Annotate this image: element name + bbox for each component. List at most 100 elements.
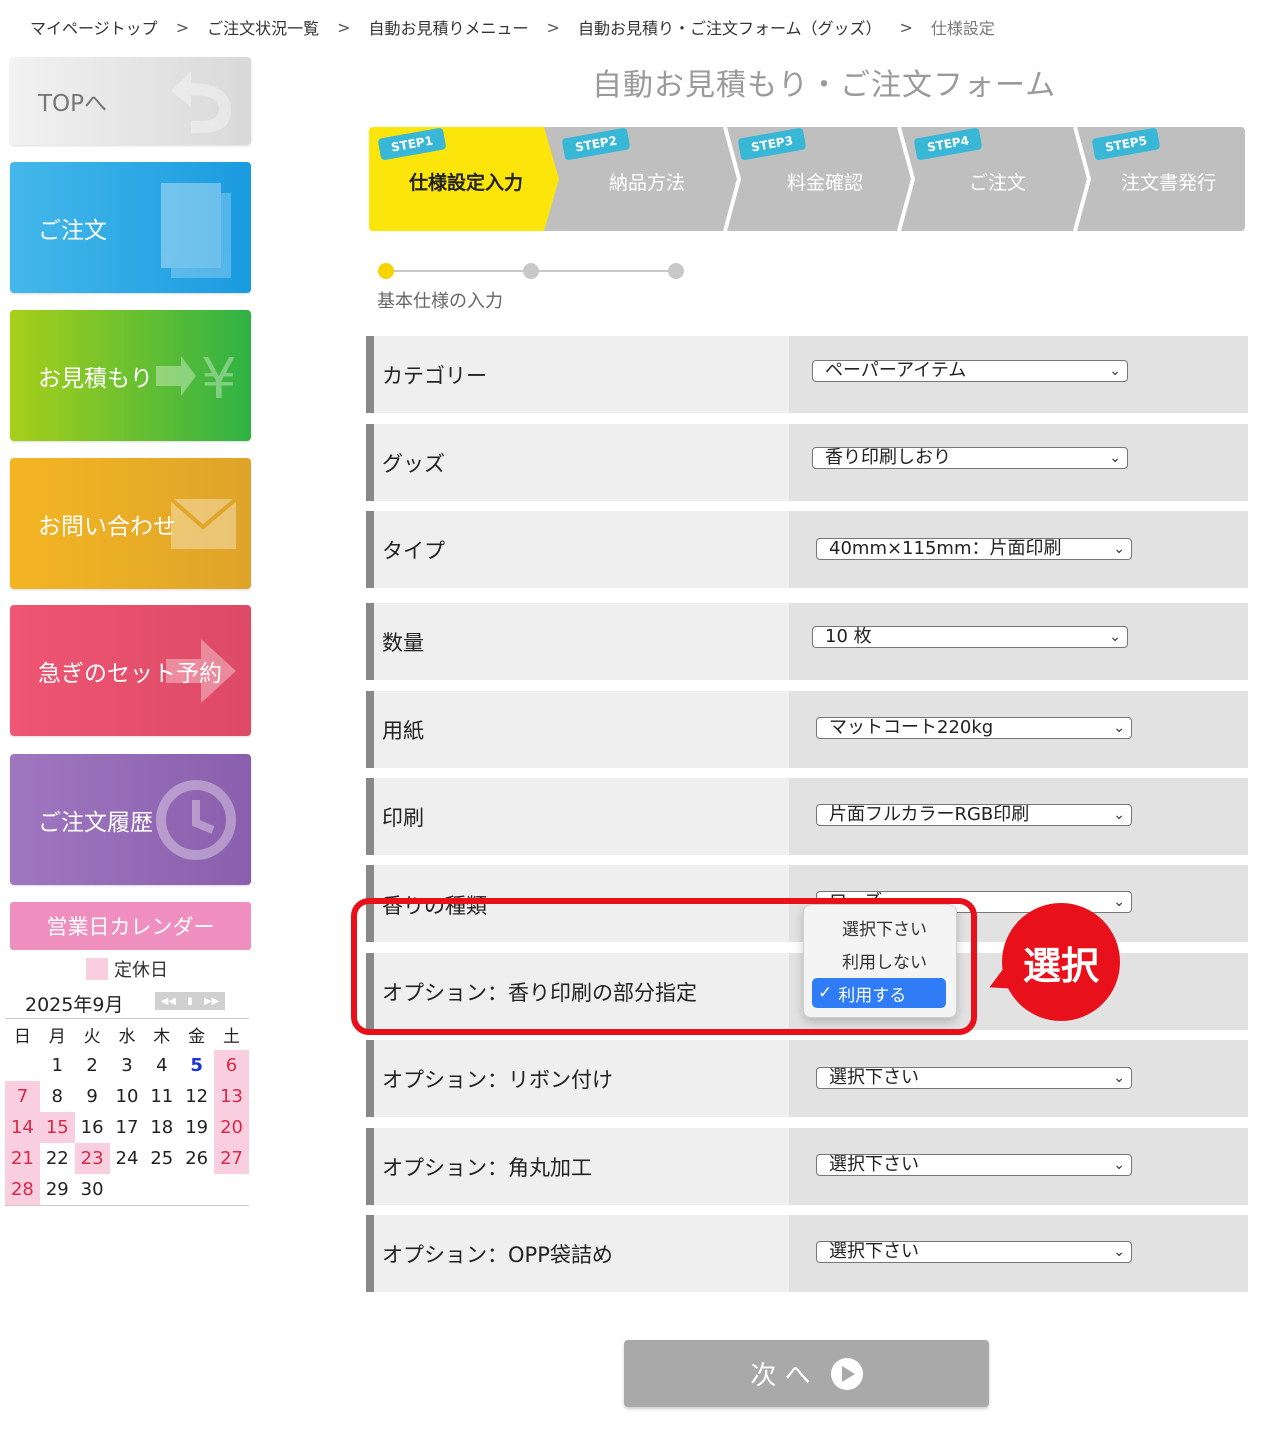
sub-progress [378,262,698,282]
paper-select[interactable]: マットコート220kg ⌄ [816,717,1132,739]
day-cell: 29 [45,1179,69,1200]
day-cell-holiday: 13 [214,1081,249,1112]
sidebar-contact-button[interactable]: お問い合わせ [10,458,251,589]
sidebar-estimate-label: お見積もり [38,365,153,392]
day-cell: 22 [45,1148,69,1169]
calendar-header: 営業日カレンダー [10,902,251,950]
page-title: 自動お見積もり・ご注文フォーム [592,68,1057,103]
type-select[interactable]: 40mm×115mm：片面印刷 ⌄ [816,538,1132,560]
current-month-icon[interactable]: ▮ [187,996,193,1007]
day-cell-holiday: 6 [214,1050,249,1081]
play-circle-icon [830,1357,863,1390]
step-5-tag: STEP5 [1091,127,1161,161]
step-3-label: 料金確認 [787,172,864,194]
row-field: ペーパーアイテム ⌄ [789,336,1248,413]
step-4-tag: STEP4 [913,127,983,161]
step-2-tag: STEP2 [561,127,631,161]
row-field: 香り印刷しおり ⌄ [789,424,1248,501]
day-cell-holiday: 23 [74,1143,110,1174]
opp-select[interactable]: 選択下さい ⌄ [816,1241,1132,1263]
category-select[interactable]: ペーパーアイテム ⌄ [812,360,1128,382]
breadcrumb: マイページトップ > ご注文状況一覧 > 自動お見積りメニュー > 自動お見積り… [30,15,995,39]
step-3: STEP3 料金確認 [731,127,901,231]
chevron-down-icon: ⌄ [1113,541,1125,557]
breadcrumb-estimate-menu[interactable]: 自動お見積りメニュー [369,15,529,39]
day-cell: 10 [115,1086,139,1107]
day-cell: 11 [150,1086,174,1107]
calendar-nav[interactable]: ◀◀ ▮ ▶▶ [155,992,225,1010]
print-select[interactable]: 片面フルカラーRGB印刷 ⌄ [816,804,1132,826]
breadcrumb-current: 仕様設定 [930,19,995,38]
row-field: 40mm×115mm：片面印刷 ⌄ [789,511,1248,588]
step-3-tag: STEP3 [737,127,807,161]
form-row-ribbon: オプション：リボン付け 選択下さい ⌄ [366,1040,1248,1117]
breadcrumb-order-status[interactable]: ご注文状況一覧 [207,15,319,39]
sidebar-history-button[interactable]: ご注文履歴 [10,754,251,885]
row-label: 数量 [382,630,424,655]
day-cell-holiday: 20 [214,1112,249,1143]
day-cell: 18 [150,1117,174,1138]
day-cell [214,1174,249,1206]
row-bar [366,1215,374,1292]
day-cell: 4 [156,1055,168,1076]
ribbon-select[interactable]: 選択下さい ⌄ [816,1067,1132,1089]
yen-icon: ¥ [156,347,237,412]
day-cell: 3 [121,1055,133,1076]
step-2: STEP2 納品方法 [559,127,729,231]
calendar-month: 2025年9月 [25,994,124,1016]
chevron-down-icon: ⌄ [1113,1157,1125,1173]
day-cell: 25 [150,1148,174,1169]
sidebar-rush-button[interactable]: 急ぎのセット予約 [10,605,251,736]
sidebar-estimate-button[interactable]: お見積もり ¥ [10,310,251,441]
sidebar-top-button[interactable]: TOPへ [10,57,251,145]
step-2-label: 納品方法 [609,172,686,194]
row-label: グッズ [382,451,445,476]
goods-select[interactable]: 香り印刷しおり ⌄ [812,447,1128,469]
day-cell-holiday: 21 [5,1143,40,1174]
chevron-down-icon: ⌄ [1109,450,1121,466]
prev-month-icon[interactable]: ◀◀ [161,996,176,1007]
row-label: 用紙 [382,718,424,743]
quantity-select[interactable]: 10 枚 ⌄ [812,626,1128,648]
sidebar-order-button[interactable]: ご注文 [10,162,251,293]
progress-dot-active [378,263,394,279]
select-value: 選択下さい [829,1241,919,1262]
row-bar [366,691,374,768]
breadcrumb-mypage[interactable]: マイページトップ [30,15,158,39]
breadcrumb-order-form[interactable]: 自動お見積り・ご注文フォーム（グッズ） [578,15,882,39]
sidebar-order-label: ご注文 [38,217,107,244]
progress-dot [668,263,684,279]
sidebar-history-label: ご注文履歴 [38,809,153,836]
form-row-quantity: 数量 10 枚 ⌄ [366,603,1248,680]
holiday-swatch [86,958,108,980]
row-field: 選択下さい ⌄ [789,1128,1248,1205]
step-1-tag: STEP1 [377,127,447,161]
dow-cell: 火 [83,1027,101,1047]
select-value: 選択下さい [829,1067,919,1088]
day-cell-holiday: 27 [214,1143,249,1174]
row-label: 印刷 [382,805,424,830]
breadcrumb-separator: > [175,17,190,37]
sidebar-top-label: TOPへ [38,91,108,117]
row-label: オプション：OPP袋詰め [382,1242,613,1267]
day-cell-holiday: 28 [5,1174,40,1206]
select-value: マットコート220kg [829,717,994,738]
chevron-down-icon: ⌄ [1113,720,1125,736]
next-month-icon[interactable]: ▶▶ [204,996,219,1007]
chevron-down-icon: ⌄ [1109,629,1121,645]
day-cell: 16 [80,1117,104,1138]
sidebar-contact-label: お問い合わせ [38,513,176,540]
history-clock-icon [156,779,236,860]
row-label: オプション：リボン付け [382,1067,613,1092]
dow-cell: 木 [153,1027,171,1047]
select-value: 10 枚 [825,626,872,647]
form-row-round-corner: オプション：角丸加工 選択下さい ⌄ [366,1128,1248,1205]
form-row-category: カテゴリー ペーパーアイテム ⌄ [366,336,1248,413]
day-cell: 19 [185,1117,209,1138]
chevron-down-icon: ⌄ [1113,894,1125,910]
day-cell: 30 [80,1179,104,1200]
return-arrow-icon [171,71,231,133]
next-button[interactable]: 次 へ [624,1340,989,1407]
day-cell [179,1174,214,1206]
round-corner-select[interactable]: 選択下さい ⌄ [816,1154,1132,1176]
